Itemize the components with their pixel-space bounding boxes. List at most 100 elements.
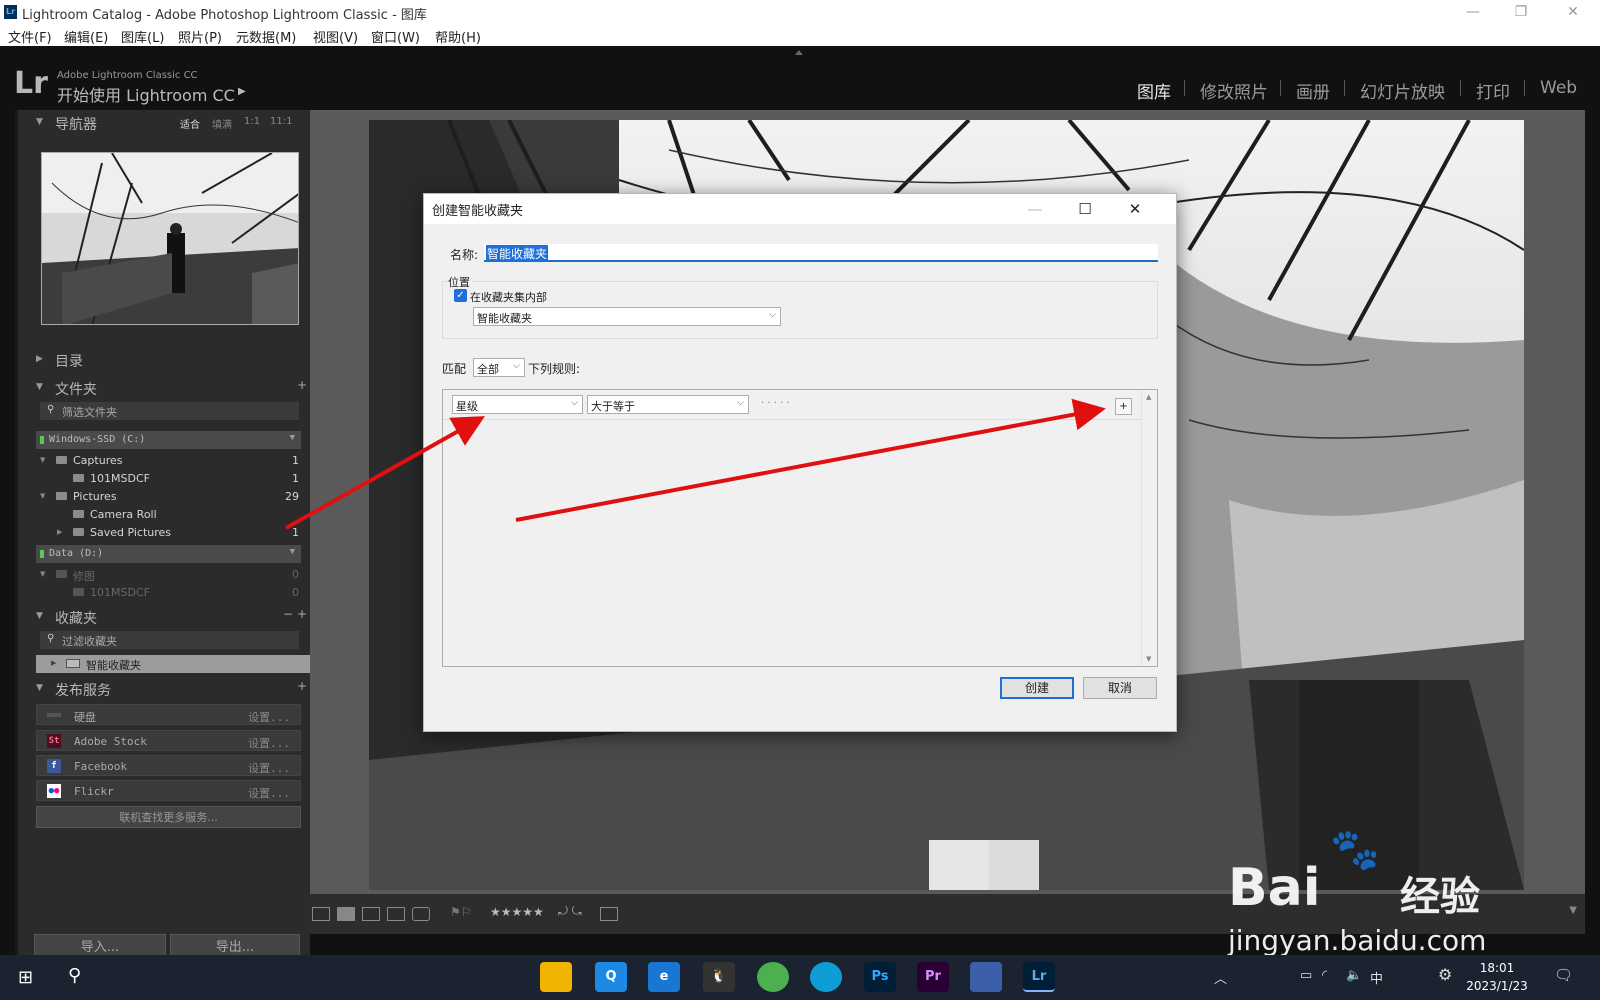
zoom-fit[interactable]: 适合 bbox=[180, 116, 200, 131]
notepad-icon[interactable] bbox=[970, 962, 1002, 992]
qq-icon[interactable]: 🐧 bbox=[703, 962, 735, 992]
system-clock[interactable]: 18:01 2023/1/23 bbox=[1462, 959, 1532, 995]
rules-list[interactable]: 星级 ⌵ 大于等于 ⌵ · · · · · + ▲ ▼ bbox=[442, 389, 1158, 667]
folders-header[interactable]: ▼ 文件夹 + bbox=[18, 375, 313, 401]
scroll-down-icon[interactable]: ▼ bbox=[1146, 655, 1151, 663]
rules-scrollbar[interactable]: ▲ ▼ bbox=[1141, 390, 1157, 666]
edge-legacy-icon[interactable]: e bbox=[648, 962, 680, 992]
folder-filter-input[interactable]: ⚲ 筛选文件夹 bbox=[40, 402, 299, 420]
star-rating[interactable]: ★★★★★ bbox=[490, 905, 544, 919]
add-folder-icon[interactable]: + bbox=[297, 378, 307, 392]
close-button[interactable]: ✕ bbox=[1558, 2, 1588, 22]
create-button[interactable]: 创建 bbox=[1000, 677, 1074, 699]
menu-edit[interactable]: 编辑(E) bbox=[64, 27, 108, 46]
loupe-view-icon[interactable] bbox=[337, 907, 355, 921]
folder-row[interactable]: ▶ Saved Pictures 1 bbox=[36, 524, 301, 542]
publish-service-facebook[interactable]: f Facebook 设置... bbox=[36, 755, 301, 776]
service-setup-link[interactable]: 设置... bbox=[248, 760, 290, 776]
rotate-icon[interactable]: ⤾ ⤿ bbox=[558, 904, 582, 919]
folder-row[interactable]: ▼ Captures 1 bbox=[36, 452, 301, 470]
folder-row[interactable]: 101MSDCF 1 bbox=[36, 470, 301, 488]
rule-operator-select[interactable]: 大于等于 ⌵ bbox=[587, 395, 749, 414]
folder-row[interactable]: Camera Roll bbox=[36, 506, 301, 524]
publish-service-hard-drive[interactable]: 硬盘 设置... bbox=[36, 704, 301, 725]
publish-service-flickr[interactable]: ●● Flickr 设置... bbox=[36, 780, 301, 801]
scroll-up-icon[interactable]: ▲ bbox=[1146, 393, 1151, 401]
cancel-button[interactable]: 取消 bbox=[1083, 677, 1157, 699]
survey-view-icon[interactable] bbox=[387, 907, 405, 921]
menu-metadata[interactable]: 元数据(M) bbox=[236, 27, 296, 46]
collection-filter-input[interactable]: ⚲ 过滤收藏夹 bbox=[40, 631, 299, 649]
flag-icon[interactable]: ⚑⚐ bbox=[450, 905, 472, 919]
find-more-services-button[interactable]: 联机查找更多服务... bbox=[36, 806, 301, 828]
remove-collection-icon[interactable]: − bbox=[283, 607, 293, 621]
module-web[interactable]: Web bbox=[1540, 78, 1577, 98]
zoom-1-1[interactable]: 1:1 bbox=[244, 116, 260, 127]
folder-row[interactable]: ▼ 修图 0 bbox=[36, 566, 301, 584]
publish-services-header[interactable]: ▼ 发布服务 + bbox=[18, 676, 313, 702]
folder-row[interactable]: ▼ Pictures 29 bbox=[36, 488, 301, 506]
close-button[interactable]: ✕ bbox=[1120, 197, 1150, 221]
top-panel-toggle-icon[interactable] bbox=[795, 50, 803, 55]
collapsed-triangle-icon[interactable]: ▶ bbox=[51, 659, 56, 667]
navigator-header[interactable]: ▼ 导航器 适合 填满 1:1 11:1 bbox=[18, 110, 313, 136]
file-explorer-icon[interactable] bbox=[540, 962, 572, 992]
collection-set-select[interactable]: 智能收藏夹 ⌵ bbox=[473, 307, 781, 326]
navigator-preview[interactable] bbox=[41, 152, 299, 325]
menu-file[interactable]: 文件(F) bbox=[8, 27, 52, 46]
photoshop-icon[interactable]: Ps bbox=[864, 962, 896, 992]
lightroom-taskbar-icon[interactable]: Lr bbox=[1023, 962, 1055, 992]
module-slideshow[interactable]: 幻灯片放映 bbox=[1360, 78, 1445, 103]
menu-library[interactable]: 图库(L) bbox=[121, 27, 164, 46]
dropdown-arrow-icon[interactable]: ▼ bbox=[290, 547, 295, 557]
edge-icon[interactable] bbox=[810, 962, 842, 992]
menu-window[interactable]: 窗口(W) bbox=[371, 27, 420, 46]
zoom-fill[interactable]: 填满 bbox=[212, 116, 232, 131]
toolbar-menu-icon[interactable]: ▼ bbox=[1569, 905, 1577, 916]
service-setup-link[interactable]: 设置... bbox=[248, 709, 290, 725]
settings-gear-icon[interactable]: ⚙ bbox=[1438, 965, 1452, 984]
folder-row[interactable]: 101MSDCF 0 bbox=[36, 584, 301, 602]
identity-title[interactable]: 开始使用 Lightroom CC bbox=[57, 82, 235, 106]
qq-browser-icon[interactable]: Q bbox=[595, 962, 627, 992]
name-input[interactable]: 智能收藏夹 bbox=[484, 244, 1158, 262]
menu-view[interactable]: 视图(V) bbox=[313, 27, 358, 46]
grid-view-icon[interactable] bbox=[312, 907, 330, 921]
wifi-icon[interactable]: ◜ bbox=[1322, 968, 1327, 983]
rule-field-select[interactable]: 星级 ⌵ bbox=[452, 395, 583, 414]
menu-help[interactable]: 帮助(H) bbox=[435, 27, 481, 46]
notification-icon[interactable]: 🗨 bbox=[1554, 966, 1573, 984]
crop-overlay-icon[interactable] bbox=[600, 907, 618, 921]
service-setup-link[interactable]: 设置... bbox=[248, 785, 290, 801]
battery-icon[interactable]: ▭ bbox=[1300, 968, 1312, 983]
tray-overflow-icon[interactable]: ︿ bbox=[1214, 968, 1227, 987]
add-publish-service-icon[interactable]: + bbox=[297, 679, 307, 693]
windows-start-icon[interactable]: ⊞ bbox=[18, 967, 33, 988]
compare-view-icon[interactable] bbox=[362, 907, 380, 921]
people-view-icon[interactable] bbox=[412, 907, 430, 921]
volume-d[interactable]: Data (D:) ▼ bbox=[36, 545, 301, 563]
minimize-button[interactable]: — bbox=[1458, 2, 1488, 22]
maximize-button[interactable]: ☐ bbox=[1070, 197, 1100, 221]
match-select[interactable]: 全部 ⌵ bbox=[473, 358, 525, 377]
expand-triangle-icon[interactable]: ▼ bbox=[40, 492, 45, 500]
module-develop[interactable]: 修改照片 bbox=[1200, 78, 1268, 103]
zoom-11-1[interactable]: 11:1 bbox=[270, 116, 292, 127]
minimize-button[interactable]: — bbox=[1020, 197, 1050, 221]
inside-set-checkbox[interactable]: ✓ bbox=[454, 289, 467, 302]
right-panel-collapsed[interactable] bbox=[1585, 110, 1600, 980]
play-icon[interactable]: ▶ bbox=[238, 86, 246, 97]
add-rule-button[interactable]: + bbox=[1115, 398, 1132, 415]
volume-c[interactable]: Windows-SSD (C:) ▼ bbox=[36, 431, 301, 449]
module-library[interactable]: 图库 bbox=[1137, 78, 1171, 103]
module-print[interactable]: 打印 bbox=[1476, 78, 1510, 103]
search-icon[interactable]: ⚲ bbox=[68, 965, 81, 986]
expand-triangle-icon[interactable]: ▼ bbox=[40, 570, 45, 578]
module-book[interactable]: 画册 bbox=[1296, 78, 1330, 103]
rule-star-rating[interactable]: · · · · · bbox=[761, 398, 790, 409]
dropdown-arrow-icon[interactable]: ▼ bbox=[290, 433, 295, 443]
premiere-icon[interactable]: Pr bbox=[917, 962, 949, 992]
chrome-icon[interactable] bbox=[757, 962, 789, 992]
ime-indicator[interactable]: 中 bbox=[1370, 968, 1383, 987]
publish-service-adobe-stock[interactable]: St Adobe Stock 设置... bbox=[36, 730, 301, 751]
